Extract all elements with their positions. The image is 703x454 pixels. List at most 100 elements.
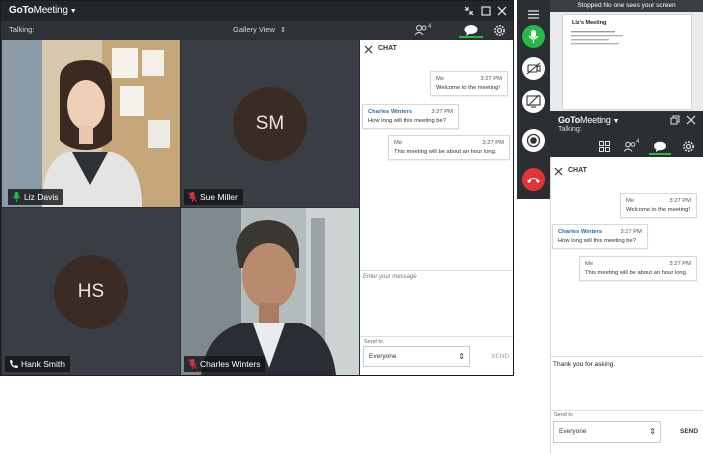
record-button[interactable] bbox=[522, 129, 545, 152]
liz-davis-video-feed bbox=[2, 40, 180, 207]
talking-label: Talking: bbox=[9, 25, 35, 34]
chat-message: Charles Winters 3:27 PM How long will th… bbox=[362, 104, 459, 129]
avatar: SM bbox=[233, 87, 307, 161]
avatar: HS bbox=[54, 255, 128, 329]
app-name-rest: Meeting bbox=[580, 115, 611, 125]
chat-bubble-icon[interactable] bbox=[463, 24, 479, 36]
send-to-value: Everyone bbox=[559, 428, 587, 435]
hamburger-menu-icon[interactable] bbox=[528, 10, 539, 19]
attendees-icon[interactable] bbox=[623, 141, 636, 152]
compact-toolbar: GoToMeeting ▼ Talking: 4 bbox=[550, 111, 703, 157]
mic-icon bbox=[528, 30, 539, 43]
message-text: How long will this meeting be? bbox=[558, 238, 636, 244]
chat-message: Me 3:27 PM Welcome to the meeting! bbox=[430, 71, 508, 96]
webcam-button[interactable] bbox=[522, 57, 545, 80]
mic-on-icon bbox=[12, 192, 21, 202]
participant-name-tag: Liz Davis bbox=[8, 189, 64, 205]
main-meeting-window: GoToMeeting▼ Talking: Gallery View ⇕ 4 bbox=[0, 0, 514, 376]
participant-name-tag: Charles Winters bbox=[184, 356, 266, 372]
leave-meeting-button[interactable] bbox=[522, 168, 545, 191]
chat-title: CHAT bbox=[378, 45, 397, 52]
participant-name: Charles Winters bbox=[200, 359, 261, 369]
meeting-toolbar: Talking: Gallery View ⇕ 4 bbox=[1, 21, 513, 39]
divider bbox=[551, 356, 703, 357]
chat-message: Charles Winters 3:27 PM How long will th… bbox=[552, 224, 648, 249]
send-to-label: Send to bbox=[364, 339, 383, 345]
participant-name: Liz Davis bbox=[24, 192, 59, 202]
send-to-dropdown[interactable]: Everyone ⇕ bbox=[363, 346, 470, 367]
video-tile-charles-winters[interactable]: Charles Winters bbox=[181, 208, 359, 375]
screen-share-icon bbox=[526, 94, 541, 108]
restore-window-icon[interactable] bbox=[670, 115, 680, 125]
screen-share-button[interactable] bbox=[522, 90, 545, 113]
attendee-count: 4 bbox=[636, 139, 640, 145]
maximize-icon[interactable] bbox=[480, 5, 492, 17]
attendee-count: 4 bbox=[428, 24, 432, 30]
phone-icon bbox=[10, 360, 18, 368]
caret-down-icon: ▼ bbox=[69, 8, 77, 15]
close-chat-icon[interactable] bbox=[554, 167, 563, 176]
video-tile-liz-davis[interactable]: Liz Davis bbox=[2, 40, 180, 207]
shrink-icon[interactable] bbox=[463, 5, 475, 17]
chat-active-indicator bbox=[649, 153, 671, 155]
participant-name-tag: Hank Smith bbox=[5, 356, 70, 372]
send-button[interactable]: SEND bbox=[680, 428, 698, 435]
chat-bubble-icon[interactable] bbox=[653, 141, 667, 152]
compact-meeting-window: Stopped No one sees your screen Liz's Me… bbox=[550, 0, 703, 454]
video-tile-hank-smith[interactable]: HS Hank Smith bbox=[2, 208, 180, 375]
hang-up-icon bbox=[527, 178, 540, 183]
video-tile-sue-miller[interactable]: SM Sue Miller bbox=[181, 40, 359, 207]
send-to-value: Everyone bbox=[369, 353, 397, 360]
chat-message: Me 3:27 PM This meeting will be about an… bbox=[388, 135, 510, 160]
message-text: How long will this meeting be? bbox=[368, 118, 446, 124]
send-to-dropdown[interactable]: Everyone ⇕ bbox=[553, 421, 661, 443]
app-name-bold: GoTo bbox=[9, 5, 34, 16]
caret-down-icon: ▼ bbox=[612, 118, 620, 125]
message-text: Welcome to the meeting! bbox=[626, 207, 691, 213]
message-text: This meeting will be about an hour long. bbox=[585, 270, 688, 276]
app-logo[interactable]: GoToMeeting ▼ bbox=[9, 5, 77, 16]
send-to-label: Send to bbox=[554, 412, 573, 418]
grid-view-icon[interactable] bbox=[599, 141, 610, 152]
mic-button[interactable] bbox=[522, 25, 545, 48]
chat-message: Me 3:27 PM This meeting will be about an… bbox=[579, 256, 697, 281]
title-bar: GoToMeeting ▼ bbox=[1, 1, 513, 21]
attendees-icon[interactable] bbox=[414, 24, 428, 36]
sort-arrows-icon: ⇕ bbox=[280, 27, 286, 34]
charles-winters-video-feed bbox=[181, 208, 359, 375]
mic-muted-icon bbox=[188, 359, 197, 369]
message-time: 3:27 PM bbox=[620, 229, 642, 235]
divider bbox=[360, 336, 513, 337]
message-time: 3:27 PM bbox=[480, 76, 502, 82]
view-selector[interactable]: Gallery View ⇕ bbox=[233, 21, 286, 40]
close-chat-icon[interactable] bbox=[364, 45, 373, 54]
compact-chat-panel: CHAT Me 3:27 PM Welcome to the meeting! … bbox=[550, 157, 703, 454]
settings-gear-icon[interactable] bbox=[493, 24, 506, 37]
message-input[interactable]: Thank you for asking. bbox=[553, 361, 615, 368]
sort-arrows-icon: ⇕ bbox=[458, 352, 465, 361]
divider bbox=[551, 410, 703, 411]
mic-muted-icon bbox=[188, 192, 197, 202]
message-time: 3:27 PM bbox=[431, 109, 453, 115]
app-name-rest: Meeting bbox=[33, 5, 68, 16]
participant-name: Hank Smith bbox=[21, 359, 65, 369]
close-window-icon[interactable] bbox=[496, 5, 508, 17]
participant-name: Sue Miller bbox=[200, 192, 238, 202]
record-icon bbox=[526, 133, 541, 148]
message-text: Welcome to the meeting! bbox=[436, 85, 501, 91]
divider bbox=[360, 270, 513, 271]
chat-active-indicator bbox=[459, 36, 483, 38]
message-time: 3:27 PM bbox=[482, 140, 504, 146]
camera-off-icon bbox=[526, 62, 541, 75]
send-button[interactable]: SEND bbox=[491, 353, 509, 360]
message-input[interactable]: Enter your message bbox=[363, 274, 417, 280]
close-window-icon[interactable] bbox=[686, 115, 696, 125]
document-title: Liz's Meeting bbox=[572, 20, 607, 26]
control-panel-sidebar bbox=[517, 0, 550, 199]
view-selector-label: Gallery View bbox=[233, 25, 275, 34]
participant-name-tag: Sue Miller bbox=[184, 189, 243, 205]
talking-label: Talking: bbox=[558, 126, 582, 133]
document-text-lines bbox=[571, 31, 623, 45]
message-text: This meeting will be about an hour long. bbox=[394, 149, 497, 155]
settings-gear-icon[interactable] bbox=[682, 140, 695, 153]
